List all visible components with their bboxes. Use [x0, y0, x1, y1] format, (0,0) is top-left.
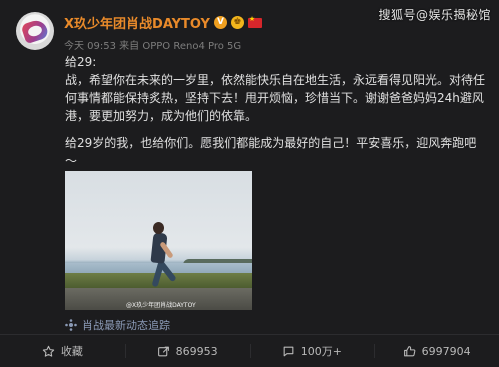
image-watermark-caption: @X玖少年团肖战DAYTOY — [126, 302, 196, 309]
flag-icon — [247, 15, 262, 28]
action-bar: 收藏 869953 100万+ 6997904 — [0, 334, 499, 367]
post-text-line-2: 战，希望你在未来的一岁里，依然能快乐自在地生活，永远看得见阳光。对待任何事情都能… — [65, 73, 486, 123]
post-content: 给29: 战，希望你在未来的一岁里，依然能快乐自在地生活，永远看得见阳光。对待任… — [65, 53, 485, 170]
post-text-line-3: 给29岁的我，也给你们。愿我们都能成为最好的自己！平安喜乐，迎风奔跑吧～ — [65, 136, 477, 168]
username-link[interactable]: X玖少年团肖战DAYTOY — [64, 13, 210, 32]
topic-link[interactable]: 肖战最新动态追踪 — [65, 317, 170, 333]
comment-button[interactable]: 100万+ — [249, 335, 375, 367]
avatar[interactable] — [16, 12, 54, 50]
source-watermark: 搜狐号@娱乐揭秘馆 — [378, 8, 491, 22]
share-icon — [157, 345, 170, 358]
crown-badge-icon[interactable]: ♚ — [230, 16, 244, 29]
name-row: X玖少年团肖战DAYTOY V ♚ — [64, 13, 262, 32]
favorite-button[interactable]: 收藏 — [0, 335, 125, 367]
favorite-label: 收藏 — [60, 345, 83, 358]
share-count: 869953 — [175, 344, 218, 358]
post-meta: X玖少年团肖战DAYTOY V ♚ 今天 09:53 来自 OPPO Reno4… — [64, 13, 262, 52]
like-count: 6997904 — [421, 344, 471, 358]
like-button[interactable]: 6997904 — [374, 335, 499, 367]
post-timestamp-device: 今天 09:53 来自 OPPO Reno4 Pro 5G — [64, 41, 242, 52]
post-image[interactable]: @X玖少年团肖战DAYTOY — [65, 171, 252, 310]
star-icon — [42, 345, 55, 358]
thumbs-up-icon — [403, 345, 416, 358]
verified-badge-icon[interactable]: V — [213, 16, 227, 29]
post-text-line-1: 给29: — [65, 55, 97, 69]
runner-head — [153, 222, 164, 234]
post-header: X玖少年团肖战DAYTOY V ♚ 今天 09:53 来自 OPPO Reno4… — [16, 12, 262, 52]
topic-sparkle-icon — [65, 319, 77, 331]
share-button[interactable]: 869953 — [124, 335, 250, 367]
comment-count: 100万+ — [300, 345, 342, 358]
comment-icon — [282, 345, 295, 358]
topic-label: 肖战最新动态追踪 — [82, 319, 170, 332]
